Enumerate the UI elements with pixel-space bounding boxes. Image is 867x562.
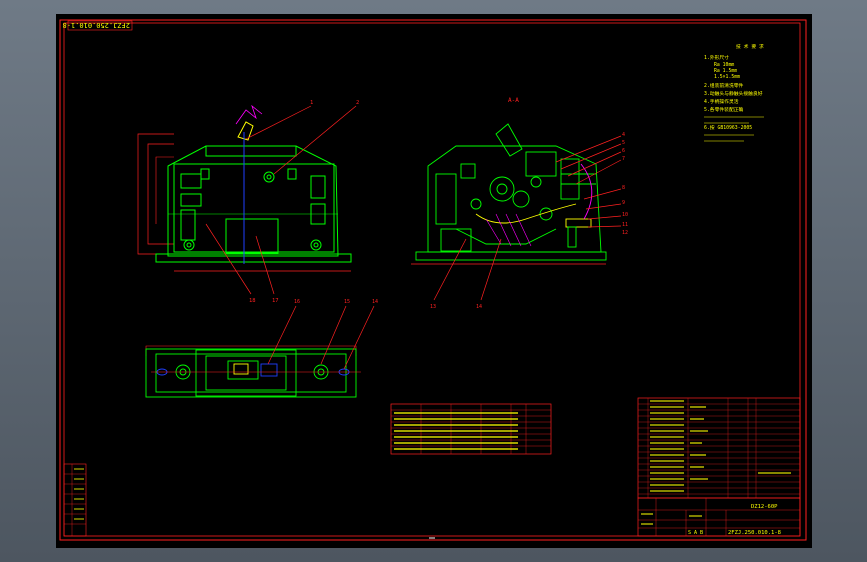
- section-leaders: [433, 135, 622, 301]
- mirrored-title-group: 2FZJ.250.010.1-8: [63, 20, 133, 31]
- outer-border: [59, 19, 807, 541]
- note-line-8: 5.各零件装配正确: [704, 106, 744, 113]
- note-line-9: 6.按 GB10963-2005: [704, 124, 752, 131]
- balloon-17: 17: [272, 298, 279, 304]
- inner-border: [63, 22, 801, 537]
- section-balloons: 4 5 6 7 8 9 10 11 12 13 14: [430, 132, 628, 310]
- balloon-6: 6: [622, 148, 625, 154]
- bottom-leaders: [267, 305, 375, 370]
- balloon-8: 8: [622, 185, 625, 191]
- note-line-2: Ra 10mm: [714, 62, 734, 68]
- bottom-balloons: 16 15 14: [294, 299, 378, 305]
- parameter-table: [390, 403, 552, 455]
- balloon-11: 11: [622, 222, 628, 228]
- front-balloons: 1 2 18 17: [249, 100, 359, 304]
- balloon-18: 18: [249, 298, 256, 304]
- parts-list: DZ12-60P S A B 2FZJ.250.010.1-8: [637, 397, 801, 537]
- bottom-view: [145, 345, 361, 398]
- note-line-3: Ra 1.5mm: [714, 68, 737, 74]
- note-line-4: 1.5×1.5mm: [714, 74, 740, 80]
- note-line-5: 2.组装前清洗零件: [704, 82, 744, 89]
- note-line-7: 4.手柄操作灵活: [704, 98, 739, 105]
- balloon-16: 16: [294, 299, 300, 305]
- balloon-7: 7: [622, 156, 625, 162]
- balloon-12: 12: [622, 230, 628, 236]
- section-view: [411, 123, 607, 265]
- balloon-14b: 14: [372, 299, 378, 305]
- balloon-4: 4: [622, 132, 625, 138]
- balloon-13: 13: [430, 304, 436, 310]
- balloon-14: 14: [476, 304, 482, 310]
- balloon-10: 10: [622, 212, 628, 218]
- revision-strip: [63, 463, 87, 537]
- section-view-label: A-A: [508, 97, 519, 104]
- drawing-name: DZ12-60P: [751, 504, 778, 510]
- note-line-6: 3.动触头与静触头接触良好: [704, 90, 763, 97]
- title-number: 2FZJ.250.010.1-8: [728, 530, 781, 536]
- drawing-sheet: 2FZJ.250.010.1-8 1 2 18 17 A-A 4 5 6 7 8…: [59, 19, 807, 541]
- balloon-5: 5: [622, 140, 625, 146]
- note-line-1: 1.外形尺寸: [704, 54, 729, 61]
- balloon-15: 15: [344, 299, 350, 305]
- mirrored-title-number: 2FZJ.250.010.1-8: [63, 21, 130, 29]
- notes-heading: 技 术 要 求: [736, 43, 764, 50]
- front-view: [137, 104, 352, 272]
- cad-viewport[interactable]: 2FZJ.250.010.1-8 1 2 18 17 A-A 4 5 6 7 8…: [56, 14, 812, 548]
- balloon-1: 1: [310, 100, 313, 106]
- technical-notes: 技 术 要 求 1.外形尺寸 Ra 10mm Ra 1.5mm 1.5×1.5m…: [704, 43, 764, 131]
- balloon-2: 2: [356, 100, 359, 106]
- balloon-9: 9: [622, 200, 625, 206]
- sheet-code: S A B: [688, 530, 703, 536]
